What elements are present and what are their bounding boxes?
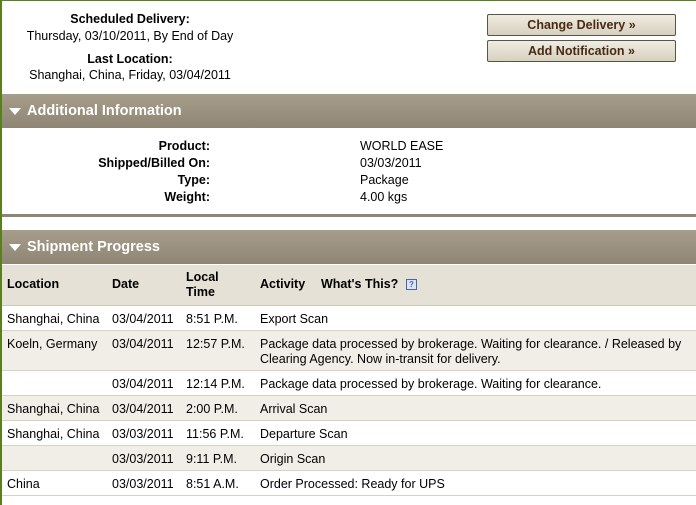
date-cell: 03/03/2011 [112, 427, 174, 441]
table-row: Shanghai, China 03/03/2011 11:56 P.M. De… [2, 421, 696, 446]
date-header: Date [112, 277, 140, 291]
additional-info-header[interactable]: Additional Information [2, 94, 696, 128]
time-cell: 12:14 P.M. [186, 377, 245, 391]
local-time-header-line1: Local [186, 270, 219, 284]
shipped-billed-label: Shipped/Billed On: [98, 156, 210, 170]
date-cell: 03/04/2011 [112, 312, 174, 326]
weight-label: Weight: [164, 190, 210, 204]
activity-cell: Package data processed by brokerage. Wai… [260, 377, 602, 391]
table-row: Koeln, Germany 03/04/2011 12:57 P.M. Pac… [2, 331, 696, 371]
date-cell: 03/03/2011 [112, 477, 174, 491]
location-cell: China [7, 477, 40, 491]
activity-cell: Origin Scan [260, 452, 326, 466]
delivery-summary: Scheduled Delivery: Thursday, 03/10/2011… [0, 0, 470, 92]
date-cell: 03/04/2011 [112, 377, 174, 391]
shipment-progress-header[interactable]: Shipment Progress [2, 230, 696, 264]
help-icon[interactable]: ? [406, 279, 417, 290]
time-cell: 12:57 P.M. [186, 337, 245, 351]
date-cell: 03/03/2011 [112, 452, 174, 466]
activity-cell: Departure Scan [260, 427, 348, 441]
activity-cell: Package data processed by brokerage. Wai… [260, 337, 682, 366]
table-row: Shanghai, China 03/04/2011 2:00 P.M. Arr… [2, 396, 696, 421]
table-row: Shanghai, China 03/04/2011 8:51 P.M. Exp… [2, 306, 696, 331]
location-cell: Shanghai, China [7, 312, 100, 326]
product-label: Product: [158, 139, 210, 153]
time-cell: 8:51 A.M. [186, 477, 239, 491]
collapse-triangle-icon[interactable] [9, 244, 21, 251]
location-cell: Shanghai, China [7, 427, 100, 441]
location-header: Location [7, 277, 60, 291]
progress-table-header: Location Date Local Time Activity What's… [2, 265, 696, 306]
last-location-value: Shanghai, China, Friday, 03/04/2011 [29, 68, 231, 82]
type-value: Package [360, 173, 409, 187]
table-row: 03/03/2011 9:11 P.M. Origin Scan [2, 446, 696, 471]
change-delivery-button[interactable]: Change Delivery » [487, 14, 676, 36]
scheduled-delivery-label: Scheduled Delivery: [70, 12, 190, 26]
type-label: Type: [177, 173, 210, 187]
shipped-billed-value: 03/03/2011 [360, 156, 422, 170]
local-time-header-line2: Time [186, 285, 215, 299]
collapse-triangle-icon[interactable] [9, 108, 21, 115]
activity-cell: Order Processed: Ready for UPS [260, 477, 445, 491]
scheduled-delivery-value: Thursday, 03/10/2011, By End of Day [26, 29, 234, 43]
activity-cell: Arrival Scan [260, 402, 328, 416]
whats-this-link[interactable]: What's This? [321, 277, 398, 291]
additional-info-title: Additional Information [27, 103, 182, 119]
date-cell: 03/04/2011 [112, 402, 174, 416]
time-cell: 2:00 P.M. [186, 402, 238, 416]
add-notification-button[interactable]: Add Notification » [487, 40, 676, 62]
location-cell: Koeln, Germany [7, 337, 98, 351]
activity-header: Activity [260, 277, 306, 291]
date-cell: 03/04/2011 [112, 337, 174, 351]
time-cell: 8:51 P.M. [186, 312, 238, 326]
time-cell: 9:11 P.M. [186, 452, 237, 466]
table-row: China 03/03/2011 8:51 A.M. Order Process… [2, 471, 696, 496]
weight-value: 4.00 kgs [360, 190, 408, 204]
section-divider [2, 214, 696, 217]
activity-cell: Export Scan [260, 312, 329, 326]
table-row: 03/04/2011 12:14 P.M. Package data proce… [2, 371, 696, 396]
last-location-label: Last Location: [87, 52, 173, 66]
time-cell: 11:56 P.M. [186, 427, 244, 441]
location-cell: Shanghai, China [7, 402, 100, 416]
product-value: WORLD EASE [360, 139, 444, 153]
shipment-progress-title: Shipment Progress [27, 239, 160, 255]
